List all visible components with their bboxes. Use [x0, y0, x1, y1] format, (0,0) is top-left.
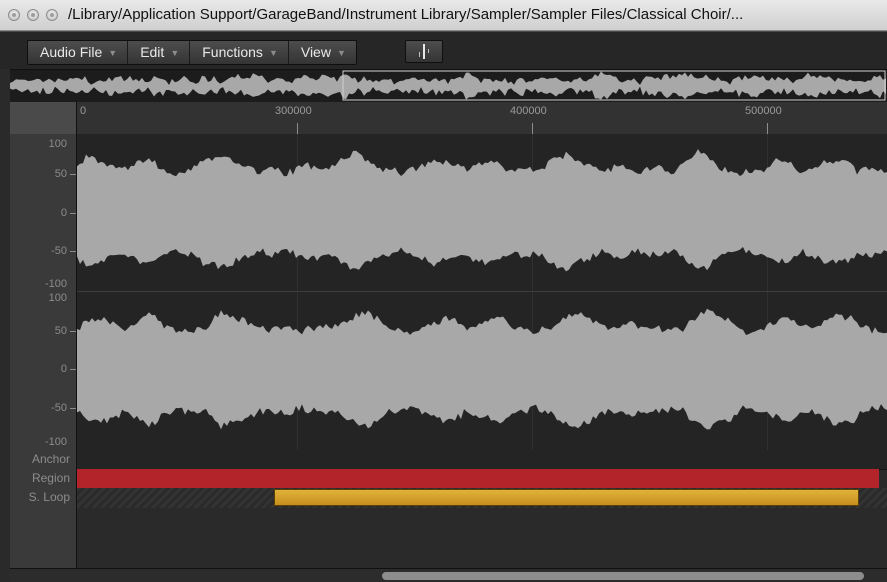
ruler-label-500000: 500000 — [745, 105, 782, 117]
functions-menu[interactable]: Functions ▼ — [190, 41, 289, 64]
region-label: Region — [31, 471, 70, 485]
view-menu[interactable]: View ▼ — [289, 41, 356, 64]
left-edge — [0, 31, 10, 581]
waveform-display[interactable] — [77, 134, 887, 450]
chevron-down-icon: ▼ — [268, 48, 278, 58]
title-bar: /Library/Application Support/GarageBand/… — [0, 0, 887, 31]
scale-dash — [70, 213, 76, 214]
overview-waveform — [10, 70, 886, 101]
chevron-down-icon: ▼ — [336, 48, 346, 58]
menu-group: Audio File ▼ Edit ▼ Functions ▼ View ▼ — [27, 40, 357, 65]
scale-dash — [70, 174, 76, 175]
left-channel-waveform — [77, 149, 887, 272]
zoom-button[interactable] — [46, 9, 58, 21]
scale-dash — [70, 408, 76, 409]
audio-file-menu[interactable]: Audio File ▼ — [28, 41, 129, 64]
scale-label: -50 — [51, 402, 67, 414]
anchor-row[interactable] — [77, 450, 887, 470]
local-menu-bar: Audio File ▼ Edit ▼ Functions ▼ View ▼ — [0, 31, 887, 69]
sustain-loop-label: S. Loop — [28, 490, 70, 504]
horizontal-scroll-area — [10, 568, 887, 582]
scale-label: 50 — [54, 325, 67, 337]
ruler-corner — [10, 102, 77, 134]
ruler-tick — [532, 123, 533, 134]
scale-label: 50 — [54, 168, 67, 180]
scale-label: -100 — [44, 436, 67, 448]
ruler-body[interactable]: 0 300000 400000 500000 — [77, 102, 887, 134]
functions-menu-label: Functions — [202, 44, 263, 60]
scale-dash — [70, 369, 76, 370]
waveform-overview[interactable] — [10, 69, 887, 103]
ruler-tick — [767, 123, 768, 134]
scale-label: -100 — [44, 278, 67, 290]
scale-label: 100 — [48, 138, 67, 150]
right-channel-waveform — [77, 308, 887, 430]
amplitude-scale: 100 50 0 -50 -100 100 50 0 -50 -100 — [10, 134, 77, 450]
waveform-snap-icon — [419, 44, 429, 59]
edit-menu-label: Edit — [140, 44, 165, 60]
waveform-svg — [77, 149, 887, 430]
scale-label: -50 — [51, 245, 67, 257]
window-title: /Library/Application Support/GarageBand/… — [68, 6, 744, 23]
chevron-down-icon: ▼ — [108, 48, 118, 58]
audio-file-menu-label: Audio File — [40, 44, 103, 60]
channel-separator — [77, 291, 887, 292]
sustain-loop-bar[interactable] — [274, 489, 859, 506]
scale-dash — [70, 251, 76, 252]
minimize-button[interactable] — [27, 9, 39, 21]
ruler-tick — [297, 123, 298, 134]
edit-menu[interactable]: Edit ▼ — [128, 41, 191, 64]
marker-area — [77, 450, 887, 568]
sample-ruler[interactable]: 0 300000 400000 500000 — [10, 102, 887, 134]
view-menu-label: View — [300, 44, 331, 60]
scale-dash — [70, 331, 76, 332]
marker-labels: Anchor Region S. Loop — [10, 450, 77, 568]
scale-label: 100 — [48, 292, 67, 304]
ruler-label-300000: 300000 — [275, 105, 312, 117]
close-button[interactable] — [8, 9, 20, 21]
scale-label: 0 — [60, 207, 67, 219]
region-bar[interactable] — [77, 469, 879, 488]
ruler-label-0: 0 — [80, 105, 87, 117]
snap-to-zero-crossing-button[interactable] — [405, 40, 443, 63]
ruler-label-400000: 400000 — [510, 105, 547, 117]
horizontal-scrollbar[interactable] — [382, 572, 864, 580]
window-controls — [8, 9, 58, 21]
sustain-loop-row[interactable] — [77, 488, 887, 508]
chevron-down-icon: ▼ — [170, 48, 180, 58]
scale-label: 0 — [60, 363, 67, 375]
anchor-label: Anchor — [31, 452, 70, 466]
